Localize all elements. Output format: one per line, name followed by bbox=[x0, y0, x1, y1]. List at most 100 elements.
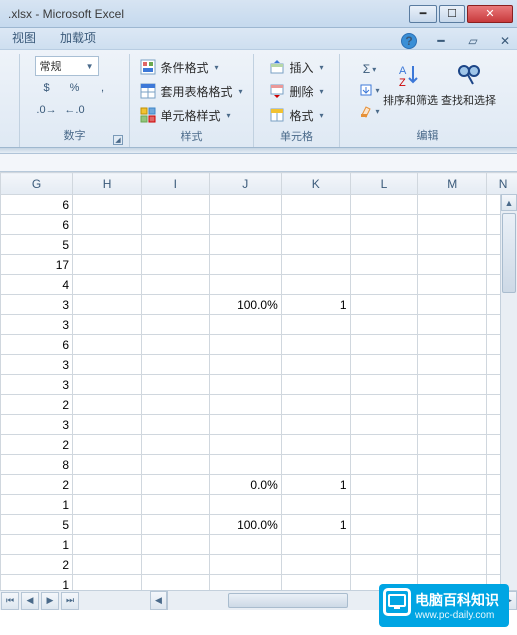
cell[interactable] bbox=[418, 295, 487, 315]
worksheet-grid[interactable]: GHIJKLMN 6651743100.0%13633232820.0%1151… bbox=[0, 172, 517, 610]
cell[interactable] bbox=[418, 255, 487, 275]
cell[interactable]: 2 bbox=[1, 435, 73, 455]
accounting-format-button[interactable]: $ bbox=[35, 78, 59, 98]
cell[interactable] bbox=[418, 315, 487, 335]
cell[interactable] bbox=[141, 195, 209, 215]
cell[interactable] bbox=[141, 335, 209, 355]
cell[interactable] bbox=[73, 415, 142, 435]
number-format-combo[interactable]: 常规 ▼ bbox=[35, 56, 99, 76]
maximize-button[interactable]: ☐ bbox=[439, 5, 465, 23]
cell[interactable] bbox=[350, 235, 418, 255]
cell[interactable]: 1 bbox=[1, 495, 73, 515]
cell[interactable]: 6 bbox=[1, 335, 73, 355]
conditional-formatting-button[interactable]: 条件格式 ▾ bbox=[136, 56, 246, 78]
cell[interactable]: 1 bbox=[281, 295, 350, 315]
cell[interactable] bbox=[209, 195, 281, 215]
cell[interactable] bbox=[73, 315, 142, 335]
cell[interactable] bbox=[350, 515, 418, 535]
cell[interactable] bbox=[73, 255, 142, 275]
tab-view[interactable]: 视图 bbox=[6, 26, 42, 49]
cell[interactable] bbox=[418, 375, 487, 395]
fill-button[interactable]: ▾ bbox=[359, 81, 381, 99]
cell[interactable] bbox=[350, 455, 418, 475]
cell[interactable]: 1 bbox=[281, 475, 350, 495]
cell[interactable] bbox=[418, 355, 487, 375]
column-header-G[interactable]: G bbox=[1, 173, 73, 195]
delete-cells-button[interactable]: 删除 ▾ bbox=[265, 80, 327, 102]
cell[interactable]: 3 bbox=[1, 355, 73, 375]
cell[interactable] bbox=[73, 495, 142, 515]
cell[interactable] bbox=[73, 555, 142, 575]
cell[interactable] bbox=[418, 515, 487, 535]
cell[interactable] bbox=[209, 415, 281, 435]
cell[interactable] bbox=[209, 215, 281, 235]
cell[interactable] bbox=[281, 375, 350, 395]
column-header-M[interactable]: M bbox=[418, 173, 487, 195]
cell[interactable] bbox=[350, 415, 418, 435]
cell[interactable] bbox=[141, 455, 209, 475]
cell[interactable] bbox=[73, 215, 142, 235]
cell[interactable]: 5 bbox=[1, 515, 73, 535]
cell[interactable] bbox=[141, 435, 209, 455]
format-cells-button[interactable]: 格式 ▾ bbox=[265, 104, 327, 126]
cell-styles-button[interactable]: 单元格样式 ▾ bbox=[136, 104, 246, 126]
cell[interactable] bbox=[73, 375, 142, 395]
cell[interactable] bbox=[281, 435, 350, 455]
cell[interactable] bbox=[209, 455, 281, 475]
cell[interactable]: 5 bbox=[1, 235, 73, 255]
close-button[interactable]: ✕ bbox=[467, 5, 513, 23]
cell[interactable] bbox=[281, 255, 350, 275]
cell[interactable]: 1 bbox=[281, 515, 350, 535]
cell[interactable]: 1 bbox=[1, 535, 73, 555]
autosum-button[interactable]: Σ▾ bbox=[359, 60, 381, 78]
cell[interactable] bbox=[73, 395, 142, 415]
cell[interactable] bbox=[418, 215, 487, 235]
cell[interactable] bbox=[350, 295, 418, 315]
cell[interactable] bbox=[418, 335, 487, 355]
cell[interactable]: 100.0% bbox=[209, 515, 281, 535]
cell[interactable] bbox=[350, 495, 418, 515]
cell[interactable]: 2 bbox=[1, 395, 73, 415]
workbook-restore-icon[interactable]: ▱ bbox=[465, 33, 481, 49]
cell[interactable] bbox=[281, 555, 350, 575]
cell[interactable] bbox=[209, 375, 281, 395]
cell[interactable] bbox=[141, 215, 209, 235]
cell[interactable] bbox=[141, 255, 209, 275]
ribbon-minimize-icon[interactable]: ━ bbox=[433, 33, 449, 49]
cell[interactable] bbox=[73, 515, 142, 535]
cell[interactable] bbox=[73, 355, 142, 375]
cell[interactable] bbox=[350, 535, 418, 555]
cell[interactable] bbox=[350, 215, 418, 235]
cell[interactable]: 100.0% bbox=[209, 295, 281, 315]
cell[interactable] bbox=[281, 355, 350, 375]
clear-button[interactable]: ▾ bbox=[359, 102, 381, 120]
cell[interactable] bbox=[281, 215, 350, 235]
cell[interactable]: 3 bbox=[1, 315, 73, 335]
cell[interactable] bbox=[350, 315, 418, 335]
cell[interactable]: 6 bbox=[1, 215, 73, 235]
percent-format-button[interactable]: % bbox=[63, 78, 87, 98]
cell[interactable] bbox=[281, 395, 350, 415]
cell[interactable] bbox=[73, 195, 142, 215]
cell[interactable] bbox=[141, 355, 209, 375]
cell[interactable] bbox=[281, 455, 350, 475]
cell[interactable] bbox=[141, 275, 209, 295]
cell[interactable] bbox=[350, 195, 418, 215]
cell[interactable] bbox=[209, 555, 281, 575]
cell[interactable] bbox=[209, 355, 281, 375]
comma-format-button[interactable]: , bbox=[91, 78, 115, 98]
cell[interactable] bbox=[350, 475, 418, 495]
vertical-scrollbar[interactable]: ▲ ▼ bbox=[500, 194, 517, 610]
cell[interactable] bbox=[418, 235, 487, 255]
column-header-K[interactable]: K bbox=[281, 173, 350, 195]
cell[interactable] bbox=[209, 395, 281, 415]
cell[interactable] bbox=[350, 375, 418, 395]
cell[interactable] bbox=[73, 535, 142, 555]
cell[interactable]: 3 bbox=[1, 415, 73, 435]
cell[interactable]: 2 bbox=[1, 475, 73, 495]
tab-addins[interactable]: 加载项 bbox=[54, 26, 102, 49]
cell[interactable] bbox=[141, 295, 209, 315]
cells-table[interactable]: GHIJKLMN 6651743100.0%13633232820.0%1151… bbox=[0, 172, 517, 595]
cell[interactable] bbox=[350, 275, 418, 295]
column-header-N[interactable]: N bbox=[487, 173, 517, 195]
